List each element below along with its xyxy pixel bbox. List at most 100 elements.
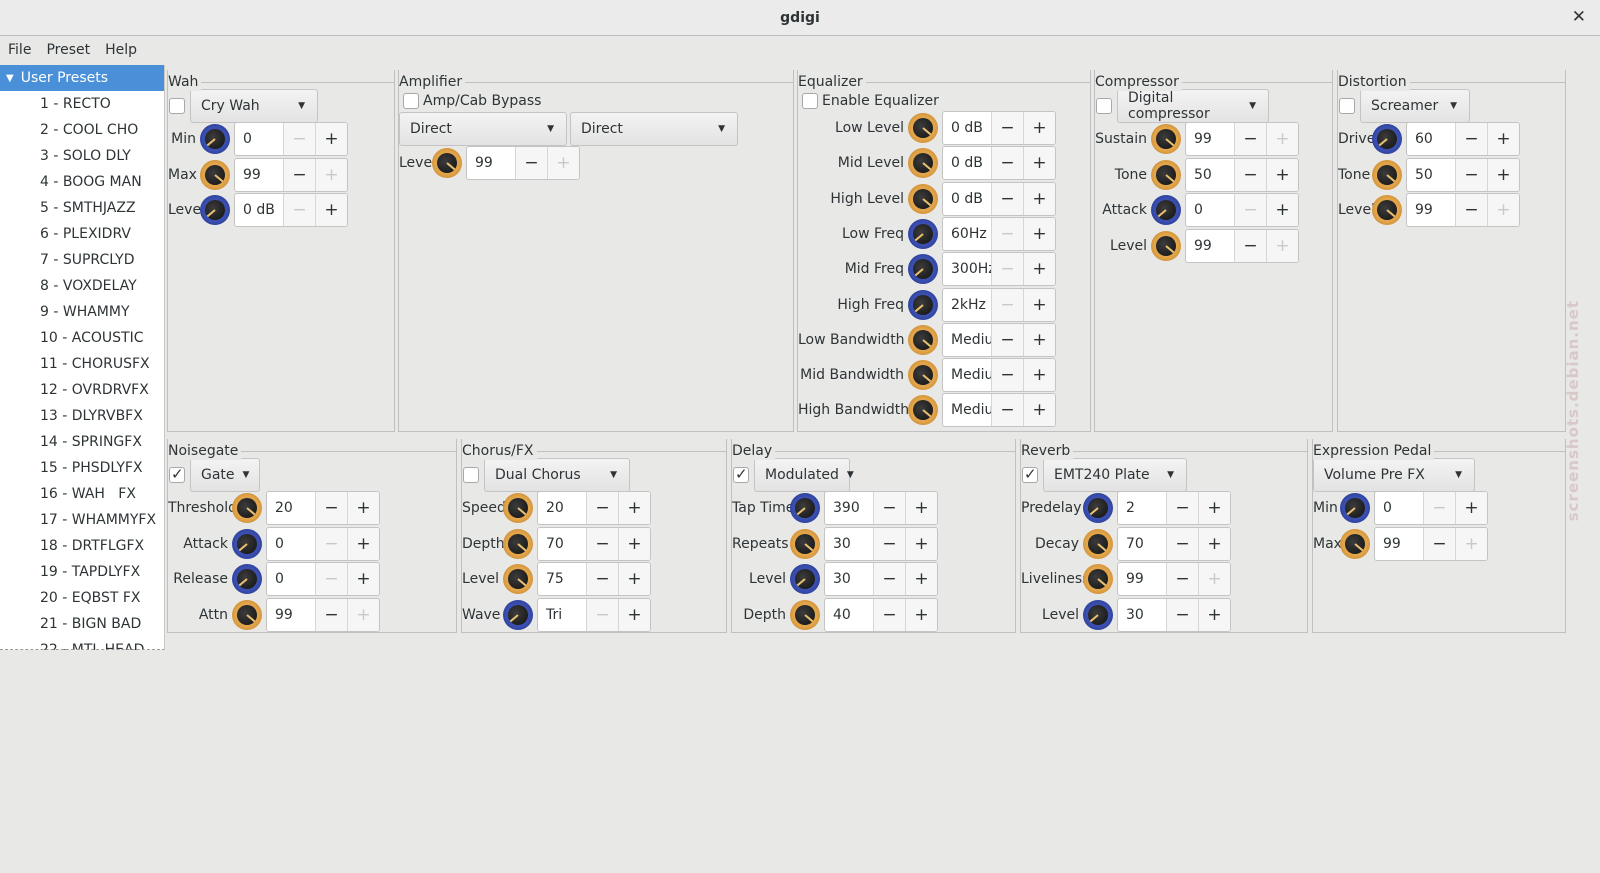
menu-preset[interactable]: Preset	[41, 38, 95, 62]
chorus-speed-value[interactable]: 20	[538, 492, 586, 524]
wah-min-value[interactable]: 0	[235, 123, 283, 155]
distortion-tone-spinbutton[interactable]: 50− +	[1406, 157, 1520, 192]
plus-button[interactable]: +	[905, 492, 937, 524]
equalizer-mid-freq-knob-icon[interactable]	[908, 254, 938, 285]
amplifier-level-value[interactable]: 99	[467, 147, 515, 179]
wah-enable-checkbox[interactable]	[169, 98, 185, 114]
noisegate-threshold-spinbutton[interactable]: 20− +	[266, 491, 380, 525]
compressor-tone-spinbutton[interactable]: 50− +	[1185, 157, 1299, 192]
list-item[interactable]: 21 - BIGN BAD	[0, 611, 164, 637]
reverb-liveliness-value[interactable]: 99	[1118, 563, 1166, 595]
equalizer-low-bandwidth-spinbutton[interactable]: Medium−+	[942, 322, 1056, 357]
chorus-wave-knob-icon[interactable]	[503, 599, 533, 630]
plus-button[interactable]: +	[1487, 123, 1519, 155]
minus-button[interactable]: −	[991, 323, 1023, 356]
plus-button[interactable]: +	[1023, 147, 1055, 180]
noisegate-attack-value[interactable]: 0	[267, 528, 315, 560]
chorus-wave-spinbutton[interactable]: Tri − +	[537, 597, 651, 632]
delay-type-dropdown[interactable]: Modulated ▼	[754, 458, 854, 492]
amplifier-cab-dropdown[interactable]: Direct ▼	[570, 112, 738, 146]
equalizer-mid-level-value[interactable]: 0 dB	[943, 147, 991, 179]
chorus-speed-knob-icon[interactable]	[503, 493, 533, 523]
chorus-level-knob-icon[interactable]	[503, 564, 533, 594]
list-item[interactable]: 4 - BOOG MAN	[0, 169, 164, 195]
amplifier-level-spinbutton[interactable]: 99− +	[466, 146, 580, 180]
minus-button[interactable]: −	[586, 527, 618, 560]
plus-button[interactable]: +	[1023, 394, 1055, 427]
noisegate-release-value[interactable]: 0	[267, 563, 315, 595]
wah-type-dropdown[interactable]: Cry Wah ▼	[190, 89, 318, 123]
list-item[interactable]: 9 - WHAMMY	[0, 299, 164, 325]
minus-button[interactable]: −	[315, 492, 347, 524]
wah-min-spinbutton[interactable]: 0− +	[234, 122, 348, 156]
equalizer-high-bandwidth-knob-icon[interactable]	[908, 395, 938, 426]
reverb-enable-checkbox[interactable]	[1022, 465, 1038, 483]
minus-button[interactable]: −	[1166, 492, 1198, 524]
minus-button[interactable]: −	[1234, 229, 1266, 262]
compressor-level-spinbutton[interactable]: 99− +	[1185, 228, 1299, 263]
delay-depth-value[interactable]: 40	[825, 599, 873, 631]
plus-button[interactable]: +	[347, 492, 379, 524]
plus-button[interactable]: +	[618, 598, 650, 631]
tree-root-user-presets[interactable]: ▼ User Presets	[0, 65, 164, 91]
equalizer-high-bandwidth-value[interactable]: Medium	[943, 394, 991, 426]
list-item[interactable]: 1 - RECTO	[0, 91, 164, 117]
delay-level-knob-icon[interactable]	[790, 564, 820, 594]
minus-button[interactable]: −	[1234, 158, 1266, 191]
minus-button[interactable]: −	[586, 563, 618, 595]
minus-button[interactable]: −	[1455, 194, 1487, 226]
compressor-attack-value[interactable]: 0	[1186, 194, 1234, 226]
chorus-level-spinbutton[interactable]: 75− +	[537, 562, 651, 596]
minus-button[interactable]: −	[1455, 123, 1487, 155]
equalizer-low-freq-knob-icon[interactable]	[908, 218, 938, 249]
noisegate-attn-value[interactable]: 99	[267, 599, 315, 631]
equalizer-high-freq-spinbutton[interactable]: 2kHz − +	[942, 287, 1056, 322]
chorus-depth-knob-icon[interactable]	[503, 528, 533, 559]
plus-button[interactable]: +	[315, 123, 347, 155]
noisegate-threshold-value[interactable]: 20	[267, 492, 315, 524]
plus-button[interactable]: +	[1198, 527, 1230, 560]
expression-type-dropdown[interactable]: Volume Pre FX ▼	[1313, 458, 1475, 492]
noisegate-type-dropdown[interactable]: Gate ▼	[190, 458, 260, 492]
minus-button[interactable]: −	[515, 147, 547, 179]
delay-depth-knob-icon[interactable]	[790, 599, 820, 630]
reverb-level-spinbutton[interactable]: 30− +	[1117, 597, 1231, 632]
list-item[interactable]: 8 - VOXDELAY	[0, 273, 164, 299]
equalizer-low-level-knob-icon[interactable]	[908, 113, 938, 143]
list-item[interactable]: 14 - SPRINGFX	[0, 429, 164, 455]
equalizer-mid-freq-spinbutton[interactable]: 300Hz−+	[942, 252, 1056, 287]
noisegate-release-spinbutton[interactable]: 0− +	[266, 562, 380, 596]
plus-button[interactable]: +	[315, 194, 347, 226]
reverb-predelay-value[interactable]: 2	[1118, 492, 1166, 524]
minus-button[interactable]: −	[991, 394, 1023, 427]
plus-button[interactable]: +	[1198, 598, 1230, 631]
plus-button[interactable]: +	[618, 527, 650, 560]
amp-bypass-checkbox[interactable]	[403, 93, 419, 109]
reverb-predelay-knob-icon[interactable]	[1083, 493, 1113, 523]
compressor-sustain-value[interactable]: 99	[1186, 123, 1234, 155]
list-item[interactable]: 11 - CHORUSFX	[0, 351, 164, 377]
minus-button[interactable]: −	[873, 598, 905, 631]
equalizer-low-bandwidth-value[interactable]: Medium	[943, 324, 991, 356]
noisegate-attn-knob-icon[interactable]	[232, 599, 262, 630]
equalizer-low-freq-spinbutton[interactable]: 60Hz − +	[942, 216, 1056, 251]
list-item[interactable]: 20 - EQBST FX	[0, 585, 164, 611]
plus-button[interactable]: +	[1023, 217, 1055, 250]
distortion-level-knob-icon[interactable]	[1372, 195, 1402, 225]
minus-button[interactable]: −	[315, 598, 347, 631]
noisegate-release-knob-icon[interactable]	[232, 564, 262, 594]
wah-max-value[interactable]: 99	[235, 159, 283, 191]
compressor-sustain-knob-icon[interactable]	[1151, 124, 1181, 154]
plus-button[interactable]: +	[1266, 158, 1298, 191]
plus-button[interactable]: +	[1487, 158, 1519, 191]
minus-button[interactable]: −	[873, 563, 905, 595]
minus-button[interactable]: −	[991, 112, 1023, 144]
menu-file[interactable]: File	[3, 38, 36, 62]
chorus-speed-spinbutton[interactable]: 20− +	[537, 491, 651, 525]
chorus-depth-spinbutton[interactable]: 70− +	[537, 526, 651, 561]
expression-min-knob-icon[interactable]	[1340, 493, 1370, 523]
equalizer-high-bandwidth-spinbutton[interactable]: Medium−+	[942, 393, 1056, 428]
equalizer-mid-level-spinbutton[interactable]: 0 dB − +	[942, 146, 1056, 181]
distortion-enable-checkbox[interactable]	[1339, 98, 1355, 114]
list-item[interactable]: 5 - SMTHJAZZ	[0, 195, 164, 221]
